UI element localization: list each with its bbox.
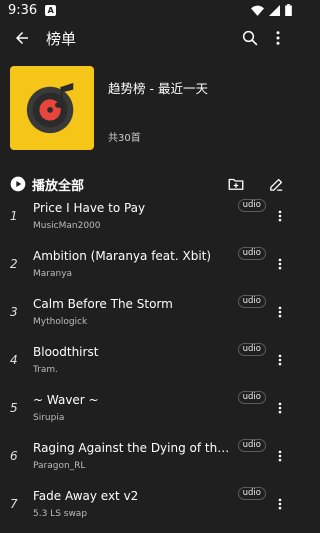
vinyl-record-icon xyxy=(26,82,74,134)
track-number: 6 xyxy=(10,449,18,463)
track-row[interactable]: 1 Price I Have to Pay MusicMan2000 udio xyxy=(0,192,300,240)
track-more-button[interactable] xyxy=(270,394,290,422)
status-bar: 9:36 A xyxy=(0,0,300,20)
track-more-button[interactable] xyxy=(270,442,290,470)
song-count: 共30首 xyxy=(108,133,141,144)
notification-badge-icon: A xyxy=(45,4,57,16)
playlist-header: 趋势榜 - 最近一天 共30首 xyxy=(0,56,300,158)
track-title: Raging Against the Dying of the Light xyxy=(33,441,230,455)
source-badge: udio xyxy=(237,343,266,356)
track-artist: 5.3 LS swap xyxy=(33,509,88,519)
track-title: Ambition (Maranya feat. Xbit) xyxy=(33,249,212,263)
track-title: Price I Have to Pay xyxy=(33,201,146,215)
track-more-button[interactable] xyxy=(270,346,290,374)
track-number: 3 xyxy=(10,305,18,319)
track-more-button[interactable] xyxy=(270,202,290,230)
source-badge: udio xyxy=(237,439,266,452)
source-badge: udio xyxy=(237,487,266,500)
playlist-name: 趋势榜 - 最近一天 xyxy=(108,81,208,96)
search-button[interactable] xyxy=(236,24,264,52)
arrow-left-icon xyxy=(16,32,28,44)
track-number: 5 xyxy=(10,401,18,415)
source-badge: udio xyxy=(237,391,266,404)
playlist-cover xyxy=(10,66,94,150)
track-artist: MusicMan2000 xyxy=(33,221,101,231)
more-vertical-icon xyxy=(278,354,282,366)
track-number: 2 xyxy=(10,257,18,271)
overflow-menu-button[interactable] xyxy=(264,24,292,52)
signal-icon xyxy=(269,4,280,16)
track-row[interactable]: 5 ~ Waver ~ Sirupia udio xyxy=(0,384,300,432)
track-artist: Mythologick xyxy=(33,317,88,327)
search-icon xyxy=(242,30,258,46)
source-badge: udio xyxy=(237,199,266,212)
track-title: Fade Away ext v2 xyxy=(33,489,139,503)
status-time: 9:36 xyxy=(8,2,38,18)
track-more-button[interactable] xyxy=(270,250,290,278)
source-badge: udio xyxy=(237,247,266,260)
track-number: 1 xyxy=(10,209,18,223)
track-row[interactable]: 2 Ambition (Maranya feat. Xbit) Maranya … xyxy=(0,240,300,288)
track-list: 1 Price I Have to Pay MusicMan2000 udio … xyxy=(0,192,300,528)
track-artist: Sirupia xyxy=(33,413,65,423)
page-title: 榜单 xyxy=(46,29,77,48)
track-artist: Maranya xyxy=(33,269,73,279)
back-button[interactable] xyxy=(8,24,36,52)
track-number: 7 xyxy=(10,497,18,511)
more-vertical-icon xyxy=(276,31,280,45)
track-title: Calm Before The Storm xyxy=(33,297,173,311)
track-row[interactable]: 7 Fade Away ext v2 5.3 LS swap udio xyxy=(0,480,300,528)
source-badge: udio xyxy=(237,295,266,308)
play-all-label: 播放全部 xyxy=(32,178,85,194)
track-title: ~ Waver ~ xyxy=(33,393,99,407)
track-row[interactable]: 6 Raging Against the Dying of the Light … xyxy=(0,432,300,480)
more-vertical-icon xyxy=(278,402,282,414)
track-artist: Paragon_RL xyxy=(33,461,86,471)
track-number: 4 xyxy=(10,353,18,367)
play-circle-icon xyxy=(10,176,26,192)
more-vertical-icon xyxy=(278,498,282,510)
wifi-icon xyxy=(251,5,264,16)
more-vertical-icon xyxy=(278,210,282,222)
track-title: Bloodthirst xyxy=(33,345,99,359)
more-vertical-icon xyxy=(278,450,282,462)
more-vertical-icon xyxy=(278,258,282,270)
battery-icon xyxy=(285,4,292,16)
track-artist: Tram. xyxy=(33,365,59,375)
play-all-button[interactable]: 播放全部 xyxy=(10,175,84,194)
track-row[interactable]: 4 Bloodthirst Tram. udio xyxy=(0,336,300,384)
app-bar: 榜单 xyxy=(0,20,300,56)
edit-pencil-icon xyxy=(269,178,282,191)
track-more-button[interactable] xyxy=(270,490,290,518)
track-row[interactable]: 3 Calm Before The Storm Mythologick udio xyxy=(0,288,300,336)
folder-add-icon xyxy=(228,178,244,190)
more-vertical-icon xyxy=(278,306,282,318)
track-more-button[interactable] xyxy=(270,298,290,326)
